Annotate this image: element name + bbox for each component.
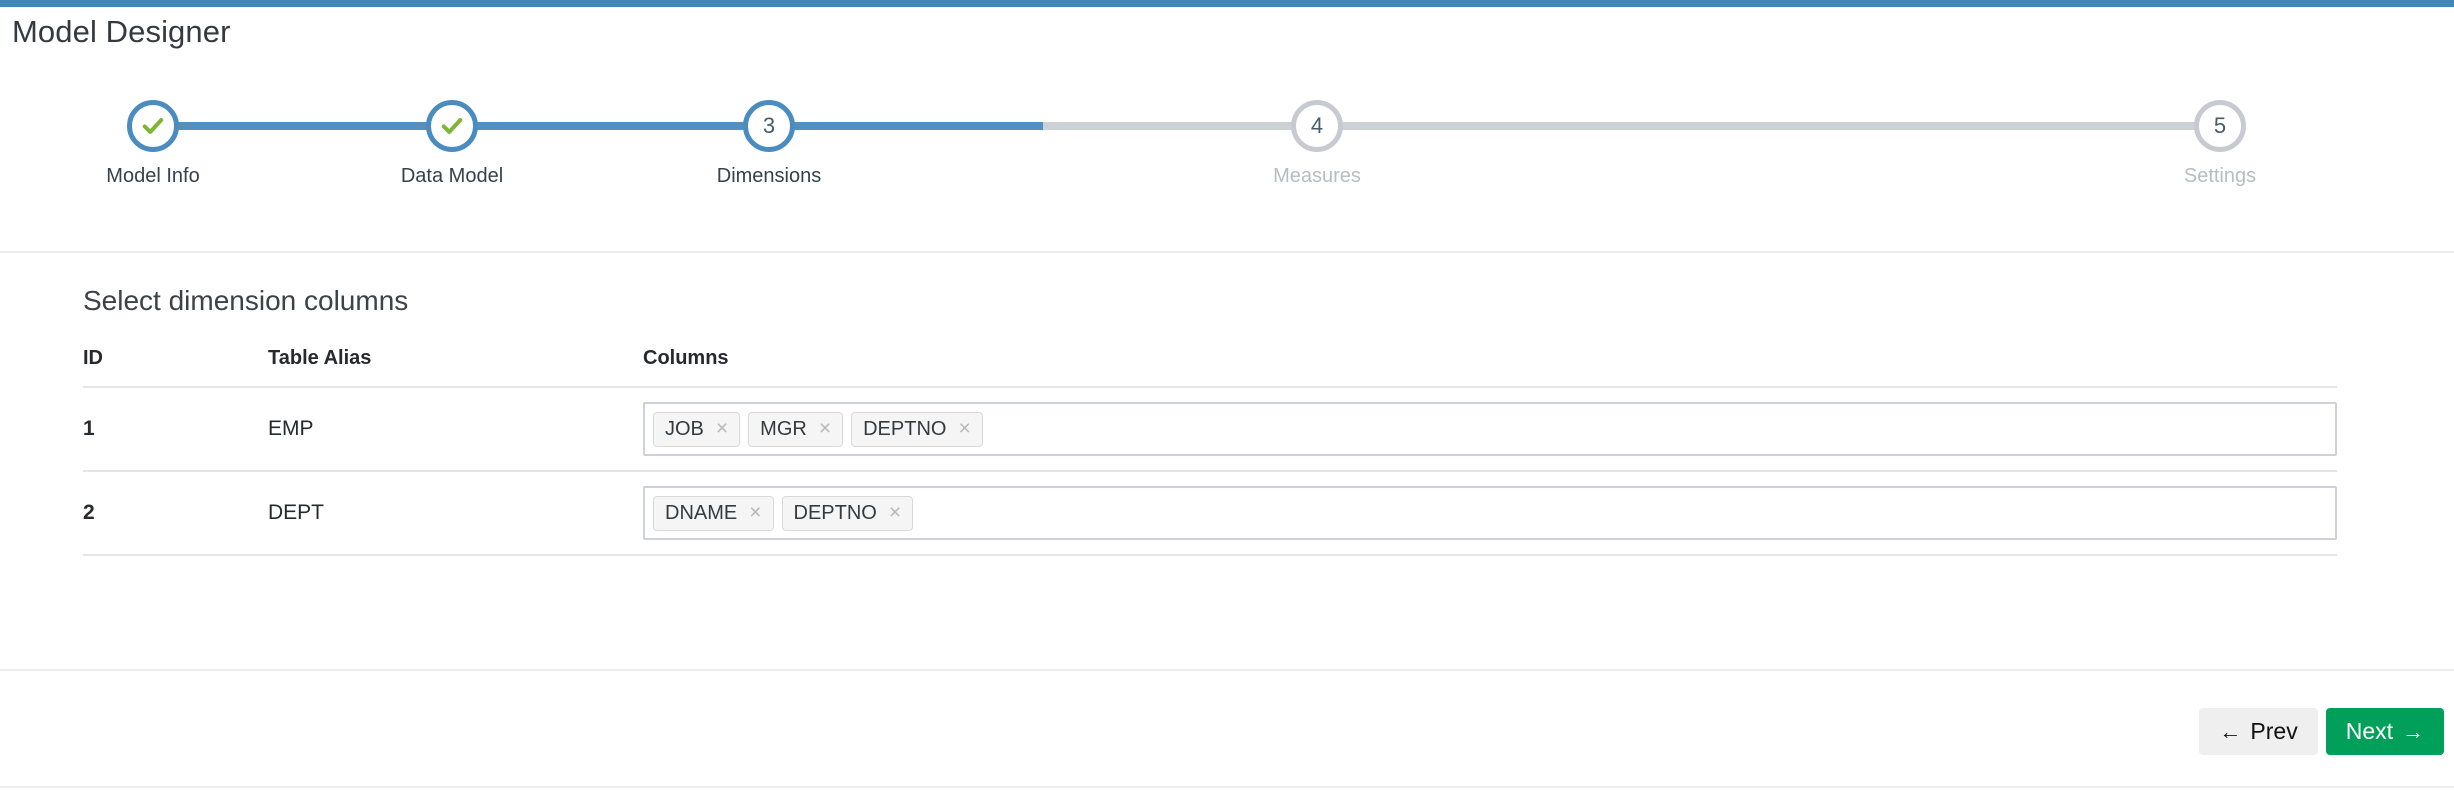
step-marker-4: 4 xyxy=(1291,100,1343,152)
column-tag-label: JOB xyxy=(665,417,704,440)
cell-table-alias: EMP xyxy=(268,387,643,472)
prev-button[interactable]: ← Prev xyxy=(2199,708,2318,755)
stepper-progress-fill xyxy=(769,122,1043,130)
arrow-right-icon: → xyxy=(2402,718,2424,744)
stepper-step-settings[interactable]: 5 Settings xyxy=(2100,100,2340,188)
stepper-step-data-model[interactable]: Data Model xyxy=(332,100,572,188)
step-marker-5: 5 xyxy=(2194,100,2246,152)
step-label-measures: Measures xyxy=(1273,165,1361,187)
stepper-connector-1-2 xyxy=(153,122,452,130)
column-tag[interactable]: DEPTNO × xyxy=(851,411,983,447)
columns-tag-input-emp[interactable]: JOB × MGR × DEPTNO × xyxy=(643,402,2337,456)
step-marker-1 xyxy=(127,100,179,152)
stepper-connector-4-5 xyxy=(1317,122,2220,130)
column-tag-label: MGR xyxy=(760,417,807,440)
cell-columns: JOB × MGR × DEPTNO × xyxy=(643,387,2337,472)
page-title: Model Designer xyxy=(12,14,231,49)
section-title: Select dimension columns xyxy=(83,285,409,316)
cell-id: 2 xyxy=(83,471,268,556)
columns-tag-input-dept[interactable]: DNAME × DEPTNO × xyxy=(643,486,2337,540)
main-content: Select dimension columns ID Table Alias … xyxy=(83,285,2337,556)
stepper-divider xyxy=(0,251,2454,253)
cell-columns: DNAME × DEPTNO × xyxy=(643,471,2337,556)
bottom-divider xyxy=(0,786,2454,788)
stepper-step-dimensions[interactable]: 3 Dimensions xyxy=(649,100,889,188)
column-tag-label: DEPTNO xyxy=(863,417,947,440)
arrow-left-icon: ← xyxy=(2219,718,2242,744)
next-button-label: Next xyxy=(2345,718,2393,744)
column-header-id: ID xyxy=(83,347,268,388)
footer-actions: ← Prev Next → xyxy=(2199,708,2444,755)
column-header-columns: Columns xyxy=(643,347,2337,388)
top-accent-bar xyxy=(0,0,2454,7)
table-row: 2 DEPT DNAME × DEPTNO × xyxy=(83,471,2337,556)
stepper-connector-2-3 xyxy=(452,122,769,130)
step-label-dimensions: Dimensions xyxy=(716,165,822,187)
cell-id: 1 xyxy=(83,387,268,472)
next-button[interactable]: Next → xyxy=(2325,708,2444,755)
stepper-step-measures[interactable]: 4 Measures xyxy=(1197,100,1437,188)
step-label-data-model: Data Model xyxy=(400,165,504,187)
dimension-columns-table: ID Table Alias Columns 1 EMP JOB × MGR ×… xyxy=(83,347,2337,556)
check-icon xyxy=(142,115,164,137)
remove-tag-icon[interactable]: × xyxy=(889,502,901,523)
remove-tag-icon[interactable]: × xyxy=(716,418,728,439)
cell-table-alias: DEPT xyxy=(268,471,643,556)
table-row: 1 EMP JOB × MGR × DEPTNO × xyxy=(83,387,2337,472)
footer-divider xyxy=(0,669,2454,671)
column-tag-label: DNAME xyxy=(665,501,738,524)
column-tag[interactable]: DNAME × xyxy=(653,495,774,531)
step-marker-2 xyxy=(426,100,478,152)
wizard-stepper: Model Info Data Model 3 Dimensions 4 Mea… xyxy=(0,100,2454,187)
table-header-row: ID Table Alias Columns xyxy=(83,347,2337,388)
column-header-table-alias: Table Alias xyxy=(268,347,643,388)
column-tag-label: DEPTNO xyxy=(793,501,877,524)
remove-tag-icon[interactable]: × xyxy=(958,418,970,439)
step-marker-3: 3 xyxy=(743,100,795,152)
remove-tag-icon[interactable]: × xyxy=(749,502,761,523)
stepper-step-model-info[interactable]: Model Info xyxy=(33,100,273,188)
column-tag[interactable]: JOB × xyxy=(653,411,741,447)
column-tag[interactable]: MGR × xyxy=(748,411,844,447)
step-label-model-info: Model Info xyxy=(106,165,200,187)
check-icon xyxy=(441,115,463,137)
stepper-connector-3-4 xyxy=(769,122,1317,130)
remove-tag-icon[interactable]: × xyxy=(819,418,831,439)
column-tag[interactable]: DEPTNO × xyxy=(781,495,914,531)
prev-button-label: Prev xyxy=(2250,718,2298,744)
step-label-settings: Settings xyxy=(2183,165,2257,187)
